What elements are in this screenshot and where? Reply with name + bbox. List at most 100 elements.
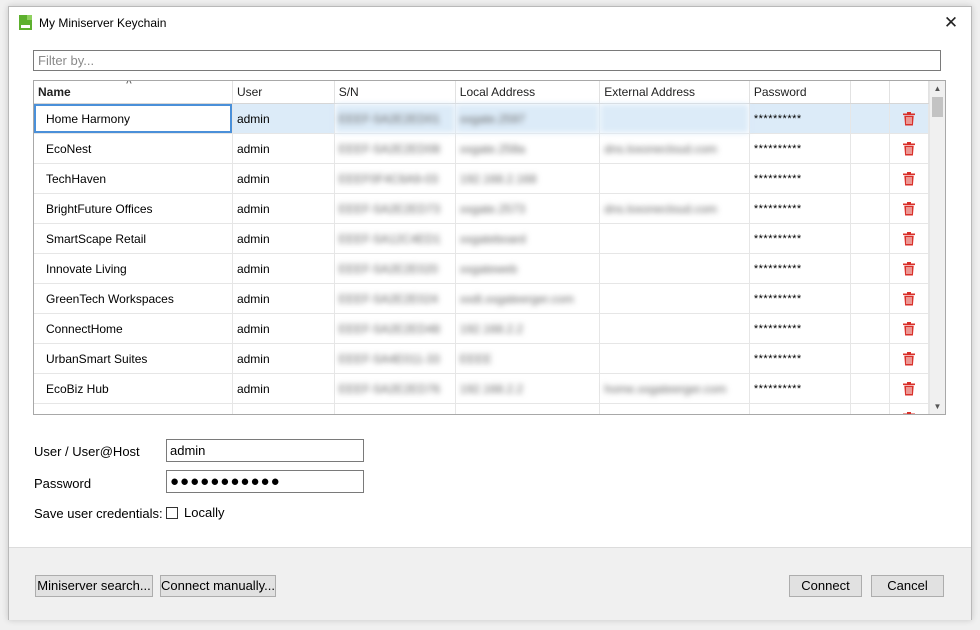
trash-icon: [903, 171, 916, 186]
delete-button[interactable]: [889, 223, 929, 254]
cell-local-address: xxdt.xxgateerger.com: [455, 283, 601, 314]
cell-password: **********: [749, 103, 851, 134]
cell-external-address: [599, 253, 750, 284]
keychain-window: My Miniserver Keychain ✕ ^Name User S/N …: [8, 6, 972, 620]
table-body: Home Harmony admin EEEF-5A2E2ED01 xxgate.25…: [34, 103, 929, 414]
cell-serial: EEEF0F4C6A9-03: [334, 163, 456, 194]
window-title: My Miniserver Keychain: [39, 16, 167, 30]
delete-button[interactable]: [889, 373, 929, 404]
cell-name[interactable]: EcoNest: [34, 133, 233, 164]
table-row[interactable]: TechHaven admin EEEF0F4C6A9-03 192.168.2.16…: [34, 163, 929, 194]
connect-manually-button[interactable]: Connect manually...: [160, 575, 276, 597]
table-row[interactable]: Innovate Living admin EEEF-5A2E2E020 xxgate…: [34, 253, 929, 284]
user-label: User / User@Host: [34, 444, 140, 459]
cell-user: admin: [232, 343, 335, 374]
cell-password: **********: [749, 133, 851, 164]
cell-serial: EEEF-5A12C4ED1: [334, 223, 456, 254]
delete-button[interactable]: [889, 253, 929, 284]
trash-icon: [903, 291, 916, 306]
delete-button[interactable]: [889, 313, 929, 344]
cell-name[interactable]: GreenTech Workspaces: [34, 283, 233, 314]
cell-local-address: xxgateweb: [455, 253, 601, 284]
cell-serial: EEEF-5A2E2ED01: [334, 103, 456, 134]
sort-ascending-icon: ^: [126, 80, 132, 89]
cancel-button[interactable]: Cancel: [871, 575, 944, 597]
delete-button[interactable]: [889, 163, 929, 194]
table-row[interactable]: BrightFuture Offices admin EEEF-5A2E2ED73 x…: [34, 193, 929, 224]
cell-name[interactable]: ConnectHome: [34, 313, 233, 344]
trash-icon: [903, 411, 916, 414]
delete-button[interactable]: [889, 343, 929, 374]
cell-name[interactable]: UrbanSmart Suites: [34, 343, 233, 374]
close-icon[interactable]: ✕: [939, 11, 963, 35]
column-header-sn[interactable]: S/N: [334, 81, 456, 104]
app-icon: [19, 15, 32, 30]
trash-icon: [903, 351, 916, 366]
column-header-local-address[interactable]: Local Address: [455, 81, 601, 104]
cell-local-address: xxgateboard: [455, 223, 601, 254]
cell-blank: [850, 253, 891, 284]
table-row[interactable]: EcoNest admin EEEF-5A2E2ED08 xxgate.258a dns…: [34, 133, 929, 164]
locally-checkbox[interactable]: [166, 507, 178, 519]
delete-button[interactable]: [889, 133, 929, 164]
cell-blank: [850, 373, 891, 404]
cell-serial: EEEF-5A2E2ED73: [334, 193, 456, 224]
locally-label[interactable]: Locally: [184, 505, 224, 520]
scrollbar-thumb[interactable]: [932, 97, 943, 117]
trash-icon: [903, 231, 916, 246]
scroll-down-icon[interactable]: ▼: [930, 399, 945, 414]
connect-button[interactable]: Connect: [789, 575, 862, 597]
table-row[interactable]: Home Harmony admin EEEF-5A2E2ED01 xxgate.25…: [34, 103, 929, 134]
cell-blank: [850, 133, 891, 164]
cell-user: admin: [232, 313, 335, 344]
user-input[interactable]: [166, 439, 364, 462]
column-header-blank: [850, 81, 891, 104]
trash-icon: [903, 381, 916, 396]
miniserver-search-button[interactable]: Miniserver search...: [35, 575, 153, 597]
cell-serial: EEEF-5A2E2ED08: [334, 133, 456, 164]
cell-name[interactable]: Innovate Living: [34, 253, 233, 284]
cell-blank: [850, 103, 891, 134]
cell-name[interactable]: SmartScape Retail: [34, 223, 233, 254]
cell-local-address: 192.168.2.168: [455, 163, 601, 194]
cell-local-address: EEEE: [455, 343, 601, 374]
cell-serial: EEEF-5A2E2ED76: [334, 373, 456, 404]
cell-user: admin: [232, 223, 335, 254]
vertical-scrollbar[interactable]: ▲ ▼: [929, 81, 945, 414]
filter-input[interactable]: [33, 50, 941, 71]
cell-password: **********: [749, 313, 851, 344]
cell-user: admin: [232, 193, 335, 224]
delete-button[interactable]: [889, 283, 929, 314]
cell-user: admin: [232, 373, 335, 404]
table-row[interactable]: EcoBiz Hub admin EEEF-5A2E2ED76 192.168.2.2…: [34, 373, 929, 404]
table-row[interactable]: UrbanSmart Suites admin EEEF-5A4E011-33 EEE…: [34, 343, 929, 374]
password-input[interactable]: [166, 470, 364, 493]
cell-name[interactable]: BrightFuture Offices: [34, 193, 233, 224]
column-header-user[interactable]: User: [232, 81, 335, 104]
table-row[interactable]: GreenTech Workspaces admin EEEF-5A2E2E024 x…: [34, 283, 929, 314]
cell-external-address: home.xxgateerger.com: [599, 373, 750, 404]
cell-name[interactable]: TechHaven: [34, 163, 233, 194]
table-row-partial: [34, 403, 929, 414]
cell-external-address: [599, 163, 750, 194]
cell-local-address: xxgate.2573: [455, 193, 601, 224]
column-header-password[interactable]: Password: [749, 81, 851, 104]
cell-user: admin: [232, 133, 335, 164]
table-header: ^ Name User S/N Local Address External Ad…: [34, 81, 929, 104]
cell-name[interactable]: Home Harmony: [34, 103, 233, 134]
cell-user: admin: [232, 283, 335, 314]
cell-password: **********: [749, 373, 851, 404]
password-label: Password: [34, 476, 92, 491]
cell-name[interactable]: EcoBiz Hub: [34, 373, 233, 404]
cell-external-address: [599, 223, 750, 254]
column-header-external-address[interactable]: External Address: [599, 81, 750, 104]
cell-password: **********: [749, 343, 851, 374]
footer-bar: Miniserver search... Connect manually...…: [9, 547, 971, 620]
table-row[interactable]: SmartScape Retail admin EEEF-5A12C4ED1 xxga…: [34, 223, 929, 254]
delete-button[interactable]: [889, 193, 929, 224]
delete-button[interactable]: [889, 103, 929, 134]
scroll-up-icon[interactable]: ▲: [930, 81, 945, 96]
table-row[interactable]: ConnectHome admin EEEF-5A2E2ED48 192.168.2.…: [34, 313, 929, 344]
cell-local-address: xxgate.258a: [455, 133, 601, 164]
column-header-name[interactable]: ^ Name: [34, 80, 233, 104]
